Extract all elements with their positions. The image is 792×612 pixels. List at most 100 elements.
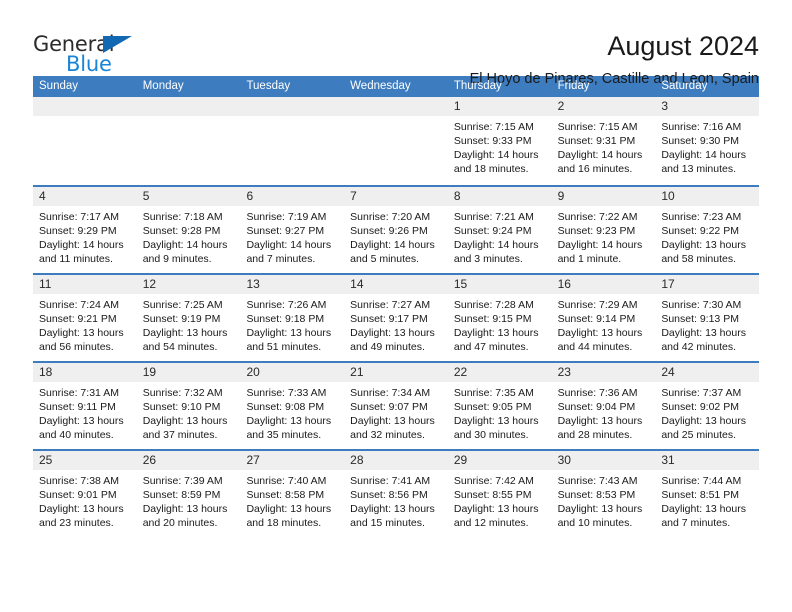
sunset-text: Sunset: 9:30 PM bbox=[661, 135, 739, 148]
day-number bbox=[136, 97, 241, 116]
day-details: Sunrise: 7:44 AM Sunset: 8:51 PM Daylight:… bbox=[655, 470, 759, 530]
daylight-text: Daylight: 13 hours and 40 minutes. bbox=[39, 415, 124, 442]
sunrise-text: Sunrise: 7:30 AM bbox=[661, 299, 742, 311]
calendar-day-cell[interactable]: 9 Sunrise: 7:22 AM Sunset: 9:23 PM Daylight… bbox=[551, 187, 656, 273]
sunset-text: Sunset: 9:31 PM bbox=[557, 135, 636, 148]
calendar-day-cell[interactable]: 1 Sunrise: 7:15 AM Sunset: 9:33 PM Daylight… bbox=[447, 97, 552, 185]
daylight-text: Daylight: 13 hours and 25 minutes. bbox=[661, 415, 746, 442]
sunset-text: Sunset: 9:19 PM bbox=[142, 313, 221, 326]
calendar-page: General Blue August 2024 El Hoyo de Pina… bbox=[0, 0, 792, 612]
sunrise-text: Sunrise: 7:42 AM bbox=[453, 475, 534, 487]
day-number: 27 bbox=[240, 451, 345, 470]
calendar-week-row: 25 Sunrise: 7:38 AM Sunset: 9:01 PM Dayligh… bbox=[33, 449, 760, 537]
calendar-day-cell[interactable]: 14 Sunrise: 7:27 AM Sunset: 9:17 PM Dayligh… bbox=[344, 275, 448, 361]
sunset-text: Sunset: 9:27 PM bbox=[246, 225, 325, 238]
calendar-day-cell[interactable]: 6 Sunrise: 7:19 AM Sunset: 9:27 PM Daylight… bbox=[240, 187, 345, 273]
day-number bbox=[344, 97, 448, 116]
day-details: Sunrise: 7:28 AM Sunset: 9:15 PM Daylight:… bbox=[448, 294, 552, 354]
day-details: Sunrise: 7:17 AM Sunset: 9:29 PM Daylight:… bbox=[33, 206, 137, 266]
daylight-text: Daylight: 13 hours and 49 minutes. bbox=[350, 327, 435, 354]
calendar-day-cell[interactable]: 21 Sunrise: 7:34 AM Sunset: 9:07 PM Dayligh… bbox=[344, 363, 448, 449]
sunrise-text: Sunrise: 7:19 AM bbox=[246, 211, 327, 223]
day-details: Sunrise: 7:21 AM Sunset: 9:24 PM Daylight:… bbox=[448, 206, 552, 266]
day-number: 10 bbox=[655, 187, 760, 206]
calendar-day-cell[interactable]: 17 Sunrise: 7:30 AM Sunset: 9:13 PM Dayligh… bbox=[655, 275, 760, 361]
sunrise-text: Sunrise: 7:44 AM bbox=[661, 475, 742, 487]
daylight-text: Daylight: 13 hours and 58 minutes. bbox=[661, 239, 746, 266]
calendar-day-cell[interactable]: 18 Sunrise: 7:31 AM Sunset: 9:11 PM Dayligh… bbox=[33, 363, 137, 449]
calendar-day-cell[interactable]: 20 Sunrise: 7:33 AM Sunset: 9:08 PM Dayligh… bbox=[240, 363, 345, 449]
weekday-header-saturday: Saturday bbox=[661, 80, 708, 92]
calendar-day-cell[interactable]: 28 Sunrise: 7:41 AM Sunset: 8:56 PM Dayligh… bbox=[344, 451, 448, 537]
day-number: 24 bbox=[655, 363, 760, 382]
day-number: 30 bbox=[551, 451, 656, 470]
day-details: Sunrise: 7:27 AM Sunset: 9:17 PM Daylight:… bbox=[344, 294, 448, 354]
calendar-day-cell[interactable]: 24 Sunrise: 7:37 AM Sunset: 9:02 PM Dayligh… bbox=[655, 363, 760, 449]
sunset-text: Sunset: 9:13 PM bbox=[661, 313, 739, 326]
weekday-header-tuesday: Tuesday bbox=[246, 80, 291, 92]
calendar-day-cell[interactable]: 4 Sunrise: 7:17 AM Sunset: 9:29 PM Daylight… bbox=[33, 187, 137, 273]
calendar-day-cell[interactable]: 8 Sunrise: 7:21 AM Sunset: 9:24 PM Daylight… bbox=[447, 187, 552, 273]
sunset-text: Sunset: 9:28 PM bbox=[142, 225, 221, 238]
weekday-header-row: Sunday Monday Tuesday Wednesday Thursday Frid… bbox=[33, 76, 759, 97]
calendar-day-cell[interactable]: 7 Sunrise: 7:20 AM Sunset: 9:26 PM Daylight… bbox=[344, 187, 448, 273]
day-details: Sunrise: 7:25 AM Sunset: 9:19 PM Daylight:… bbox=[137, 294, 241, 354]
sunset-text: Sunset: 8:53 PM bbox=[557, 489, 636, 502]
sunset-text: Sunset: 9:07 PM bbox=[350, 401, 428, 414]
day-number: 29 bbox=[447, 451, 552, 470]
day-number: 19 bbox=[136, 363, 241, 382]
day-details: Sunrise: 7:23 AM Sunset: 9:22 PM Daylight:… bbox=[655, 206, 759, 266]
sunrise-text: Sunrise: 7:15 AM bbox=[557, 121, 638, 133]
calendar-day-cell[interactable]: 11 Sunrise: 7:24 AM Sunset: 9:21 PM Dayligh… bbox=[33, 275, 137, 361]
day-number: 16 bbox=[551, 275, 656, 294]
sunrise-text: Sunrise: 7:29 AM bbox=[557, 299, 638, 311]
calendar-day-cell[interactable]: 19 Sunrise: 7:32 AM Sunset: 9:10 PM Dayligh… bbox=[136, 363, 241, 449]
day-number: 18 bbox=[33, 363, 137, 382]
daylight-text: Daylight: 13 hours and 54 minutes. bbox=[142, 327, 228, 354]
daylight-text: Daylight: 13 hours and 23 minutes. bbox=[39, 503, 124, 530]
sunrise-text: Sunrise: 7:40 AM bbox=[246, 475, 327, 487]
calendar-day-cell[interactable]: 2 Sunrise: 7:15 AM Sunset: 9:31 PM Daylight… bbox=[551, 97, 656, 185]
sunset-text: Sunset: 9:18 PM bbox=[246, 313, 325, 326]
general-blue-logo[interactable]: General Blue bbox=[33, 30, 153, 78]
calendar-day-cell[interactable]: 13 Sunrise: 7:26 AM Sunset: 9:18 PM Dayligh… bbox=[240, 275, 345, 361]
day-number: 11 bbox=[33, 275, 137, 294]
daylight-text: Daylight: 14 hours and 18 minutes. bbox=[453, 149, 539, 176]
day-number: 4 bbox=[33, 187, 137, 206]
day-details: Sunrise: 7:32 AM Sunset: 9:10 PM Daylight:… bbox=[137, 382, 241, 442]
calendar-day-cell[interactable]: 25 Sunrise: 7:38 AM Sunset: 9:01 PM Dayligh… bbox=[33, 451, 137, 537]
calendar-day-cell[interactable]: 31 Sunrise: 7:44 AM Sunset: 8:51 PM Dayligh… bbox=[655, 451, 760, 537]
daylight-text: Daylight: 13 hours and 35 minutes. bbox=[246, 415, 332, 442]
day-details: Sunrise: 7:40 AM Sunset: 8:58 PM Daylight:… bbox=[240, 470, 344, 530]
sunset-text: Sunset: 9:22 PM bbox=[661, 225, 739, 238]
sunset-text: Sunset: 8:55 PM bbox=[453, 489, 532, 502]
day-number: 9 bbox=[551, 187, 656, 206]
calendar-week-row: 11 Sunrise: 7:24 AM Sunset: 9:21 PM Dayligh… bbox=[33, 273, 760, 361]
calendar-day-cell[interactable]: 30 Sunrise: 7:43 AM Sunset: 8:53 PM Dayligh… bbox=[551, 451, 656, 537]
day-number: 8 bbox=[447, 187, 552, 206]
calendar-day-cell[interactable]: 22 Sunrise: 7:35 AM Sunset: 9:05 PM Dayligh… bbox=[447, 363, 552, 449]
sunrise-text: Sunrise: 7:25 AM bbox=[142, 299, 223, 311]
calendar-day-cell[interactable]: 5 Sunrise: 7:18 AM Sunset: 9:28 PM Daylight… bbox=[136, 187, 241, 273]
calendar-day-cell[interactable]: 16 Sunrise: 7:29 AM Sunset: 9:14 PM Dayligh… bbox=[551, 275, 656, 361]
day-details: Sunrise: 7:26 AM Sunset: 9:18 PM Daylight:… bbox=[240, 294, 344, 354]
calendar-week-row: 4 Sunrise: 7:17 AM Sunset: 9:29 PM Daylight… bbox=[33, 185, 760, 273]
sunset-text: Sunset: 9:15 PM bbox=[453, 313, 532, 326]
calendar-day-cell[interactable]: 3 Sunrise: 7:16 AM Sunset: 9:30 PM Daylight… bbox=[655, 97, 760, 185]
day-details: Sunrise: 7:29 AM Sunset: 9:14 PM Daylight:… bbox=[552, 294, 656, 354]
calendar-day-cell[interactable]: 10 Sunrise: 7:23 AM Sunset: 9:22 PM Dayligh… bbox=[655, 187, 760, 273]
sunrise-text: Sunrise: 7:24 AM bbox=[39, 299, 119, 311]
calendar-day-cell[interactable]: 27 Sunrise: 7:40 AM Sunset: 8:58 PM Dayligh… bbox=[240, 451, 345, 537]
daylight-text: Daylight: 14 hours and 3 minutes. bbox=[453, 239, 539, 266]
daylight-text: Daylight: 14 hours and 13 minutes. bbox=[661, 149, 746, 176]
day-number: 5 bbox=[136, 187, 241, 206]
calendar-day-cell[interactable]: 12 Sunrise: 7:25 AM Sunset: 9:19 PM Dayligh… bbox=[136, 275, 241, 361]
daylight-text: Daylight: 13 hours and 20 minutes. bbox=[142, 503, 228, 530]
calendar-day-cell[interactable]: 26 Sunrise: 7:39 AM Sunset: 8:59 PM Dayligh… bbox=[136, 451, 241, 537]
calendar-day-cell[interactable]: 23 Sunrise: 7:36 AM Sunset: 9:04 PM Dayligh… bbox=[551, 363, 656, 449]
sunrise-text: Sunrise: 7:17 AM bbox=[39, 211, 119, 223]
calendar-day-cell[interactable]: 29 Sunrise: 7:42 AM Sunset: 8:55 PM Dayligh… bbox=[447, 451, 552, 537]
weekday-header-monday: Monday bbox=[142, 80, 184, 92]
weekday-header-sunday: Sunday bbox=[39, 80, 79, 92]
calendar-day-cell[interactable]: 15 Sunrise: 7:28 AM Sunset: 9:15 PM Dayligh… bbox=[447, 275, 552, 361]
